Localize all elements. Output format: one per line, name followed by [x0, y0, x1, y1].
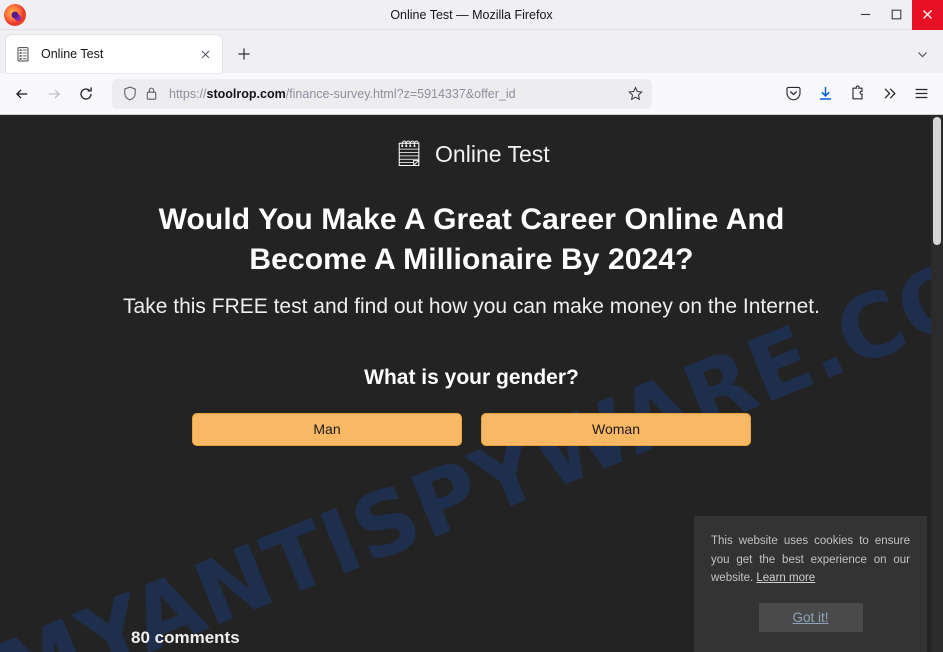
- shield-icon[interactable]: [121, 85, 138, 102]
- chevron-down-icon[interactable]: [907, 40, 937, 68]
- scrollbar-thumb[interactable]: [933, 117, 941, 245]
- cookie-accept-button[interactable]: Got it!: [758, 603, 863, 632]
- page-content: 🗒 Online Test Would You Make A Great Car…: [0, 115, 943, 446]
- site-brand: 🗒 Online Test: [393, 141, 549, 168]
- window-title: Online Test — Mozilla Firefox: [390, 7, 553, 22]
- document-list-icon: [16, 46, 32, 62]
- arrow-left-icon[interactable]: [6, 78, 38, 110]
- answer-button-man[interactable]: Man: [192, 412, 462, 446]
- tab-strip: Online Test: [0, 30, 943, 73]
- page-headline: Would You Make A Great Career Online And…: [158, 203, 785, 276]
- browser-tab[interactable]: Online Test: [6, 35, 222, 73]
- cookie-consent-text: This website uses cookies to ensure you …: [711, 532, 910, 588]
- url-text[interactable]: https://stoolrop.com/finance-survey.html…: [169, 79, 624, 109]
- plus-icon[interactable]: [228, 38, 260, 70]
- url-path: /finance-survey.html?z=5914337&offer_id: [285, 86, 516, 101]
- hamburger-menu-icon[interactable]: [905, 78, 937, 110]
- survey-answers: Man Woman: [0, 412, 943, 446]
- survey-question: What is your gender?: [364, 365, 579, 389]
- tab-title: Online Test: [41, 47, 104, 61]
- cookie-consent-banner: This website uses cookies to ensure you …: [694, 516, 927, 652]
- extensions-puzzle-icon[interactable]: [841, 78, 873, 110]
- cookie-learn-more-link[interactable]: Learn more: [756, 572, 815, 584]
- site-brand-name: Online Test: [435, 141, 550, 167]
- arrow-right-icon[interactable]: [38, 78, 70, 110]
- window-controls: [850, 0, 943, 30]
- firefox-logo: [4, 3, 26, 26]
- url-scheme: https://: [169, 86, 207, 101]
- download-icon[interactable]: [809, 78, 841, 110]
- page-subheadline: Take this FREE test and find out how you…: [123, 295, 820, 319]
- lock-icon[interactable]: [143, 85, 160, 102]
- url-bar[interactable]: https://stoolrop.com/finance-survey.html…: [112, 78, 652, 109]
- page-scrollbar[interactable]: [931, 115, 943, 652]
- page-viewport: MYANTISPYWARE.COM 🗒 Online Test Would Yo…: [0, 115, 943, 652]
- comments-count: 80 comments: [131, 628, 240, 647]
- maximize-icon[interactable]: [881, 0, 912, 30]
- reload-icon[interactable]: [70, 78, 102, 110]
- tab-close-icon[interactable]: [196, 45, 214, 63]
- answer-button-woman[interactable]: Woman: [481, 412, 751, 446]
- star-icon[interactable]: [624, 83, 646, 105]
- pocket-save-icon[interactable]: [777, 78, 809, 110]
- clipboard-checklist-icon: 🗒: [393, 140, 426, 168]
- window-titlebar: Online Test — Mozilla Firefox: [0, 0, 943, 30]
- url-host: stoolrop.com: [206, 86, 286, 101]
- minimize-icon[interactable]: [850, 0, 881, 30]
- chevron-double-right-icon[interactable]: [873, 78, 905, 110]
- navigation-toolbar: https://stoolrop.com/finance-survey.html…: [0, 73, 943, 115]
- close-icon[interactable]: [912, 0, 943, 30]
